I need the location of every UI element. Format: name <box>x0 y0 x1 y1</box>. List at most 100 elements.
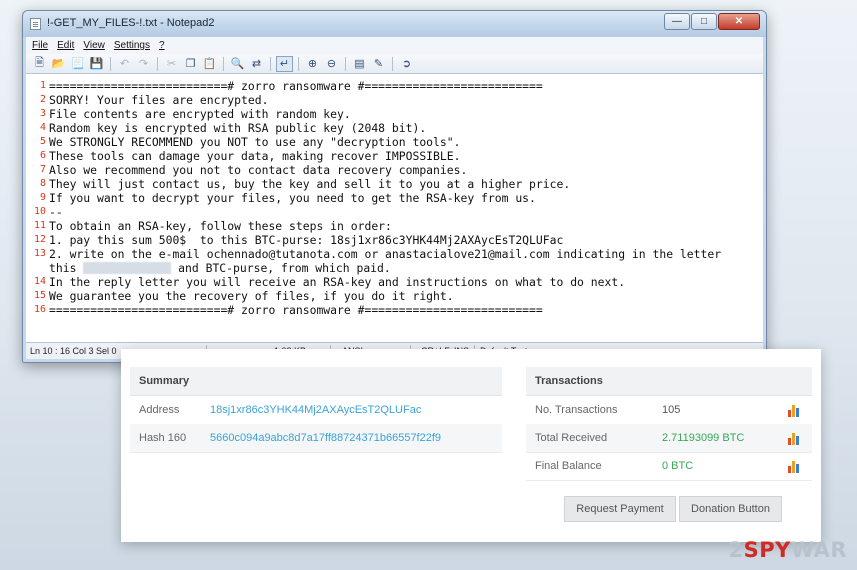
transactions-header: Transactions <box>526 367 812 396</box>
replace-icon[interactable]: ⇄ <box>248 56 265 72</box>
line-text: Random key is encrypted with RSA public … <box>49 121 427 135</box>
editor-line: 2 SORRY! Your files are encrypted. <box>26 93 763 107</box>
scheme-icon[interactable]: ▤ <box>351 56 368 72</box>
menu-view[interactable]: View <box>83 40 105 51</box>
summary-row-hash: Hash 160 5660c094a9abc8d7a17ff88724371b6… <box>130 424 502 453</box>
address-link[interactable]: 18sj1xr86c3YHK44Mj2AXAycEsT2QLUFac <box>210 404 421 416</box>
editor-line: 3 File contents are encrypted with random… <box>26 107 763 121</box>
cut-icon[interactable]: ✂ <box>163 56 180 72</box>
editor-line: 11 To obtain an RSA-key, follow these ste… <box>26 219 763 233</box>
line-number: 6 <box>39 150 46 161</box>
watermark-logo: 2SPYWAR <box>728 538 847 562</box>
line-number: 4 <box>39 122 46 133</box>
hash-label: Hash 160 <box>139 432 187 444</box>
final-balance-label: Final Balance <box>535 460 602 472</box>
bar-chart-icon[interactable] <box>788 459 802 473</box>
donation-button[interactable]: Donation Button <box>679 496 782 522</box>
request-payment-button[interactable]: Request Payment <box>564 496 676 522</box>
exit-icon[interactable]: ➲ <box>398 56 415 72</box>
open-folder-icon[interactable]: 📂 <box>50 56 67 72</box>
redo-icon[interactable]: ↷ <box>135 56 152 72</box>
toolbar-divider <box>392 56 393 71</box>
summary-row-address: Address 18sj1xr86c3YHK44Mj2AXAycEsT2QLUF… <box>130 396 502 425</box>
copy-icon[interactable]: ❐ <box>182 56 199 72</box>
notepad-window: !-GET_MY_FILES-!.txt - Notepad2 — □ ✕ Fi… <box>22 10 767 363</box>
line-text: File contents are encrypted with random … <box>49 107 351 121</box>
zoom-out-icon[interactable]: ⊖ <box>323 56 340 72</box>
bar-chart-icon[interactable] <box>788 431 802 445</box>
line-number: 8 <box>39 178 46 189</box>
save-icon[interactable]: 💾 <box>88 56 105 72</box>
transactions-row: Final Balance 0 BTC <box>526 452 812 481</box>
line-number: 5 <box>39 136 46 147</box>
editor-line: 15 We guarantee you the recovery of files… <box>26 289 763 303</box>
customize-icon[interactable]: ✎ <box>370 56 387 72</box>
line-number: 16 <box>33 304 46 315</box>
toolbar-divider <box>298 56 299 71</box>
menu-file[interactable]: File <box>32 40 48 51</box>
title-bar[interactable]: !-GET_MY_FILES-!.txt - Notepad2 — □ ✕ <box>23 11 766 37</box>
hash-link[interactable]: 5660c094a9abc8d7a17ff88724371b66557f22f9 <box>210 432 441 444</box>
line-number: 3 <box>39 108 46 119</box>
editor-line: 14 In the reply letter you will receive a… <box>26 275 763 289</box>
line-text: They will just contact us, buy the key a… <box>49 177 571 191</box>
line-number: 13 <box>33 248 46 259</box>
maximize-button[interactable]: □ <box>691 13 717 30</box>
bar-chart-icon[interactable] <box>788 403 802 417</box>
line-number: 7 <box>39 164 46 175</box>
paste-icon[interactable]: 📋 <box>201 56 218 72</box>
blockchain-panel: Summary Address 18sj1xr86c3YHK44Mj2AXAyc… <box>121 349 821 542</box>
line-text: this <box>49 261 84 275</box>
line-number: 11 <box>33 220 46 231</box>
toolbar: 🗎 📂 📃 💾 ↶ ↷ ✂ ❐ 📋 🔍 ⇄ ↵ ⊕ ⊖ ▤ ✎ ➲ <box>26 54 763 74</box>
editor-line: 1 ==========================# zorro ranso… <box>26 79 763 93</box>
tx-count-value: 105 <box>662 404 681 416</box>
window-title: !-GET_MY_FILES-!.txt - Notepad2 <box>47 17 215 29</box>
zoom-in-icon[interactable]: ⊕ <box>304 56 321 72</box>
editor-line: 5 We STRONGLY RECOMMEND you NOT to use an… <box>26 135 763 149</box>
menu-settings[interactable]: Settings <box>114 40 150 51</box>
toolbar-divider <box>345 56 346 71</box>
line-number: 9 <box>39 192 46 203</box>
editor-line: 10 -- <box>26 205 763 219</box>
new-file-icon[interactable]: 🗎 <box>31 56 48 72</box>
menu-help[interactable]: ? <box>159 40 165 51</box>
line-text: If you want to decrypt your files, you n… <box>49 191 536 205</box>
total-received-value: 2.71193099 BTC <box>662 432 745 444</box>
line-text: Also we recommend you not to contact dat… <box>49 163 468 177</box>
browse-icon[interactable]: 📃 <box>69 56 86 72</box>
status-position: Ln 10 : 16 Col 3 Sel 0 <box>30 346 117 356</box>
line-number: 15 <box>33 290 46 301</box>
line-number: 14 <box>33 276 46 287</box>
undo-icon[interactable]: ↶ <box>116 56 133 72</box>
find-icon[interactable]: 🔍 <box>229 56 246 72</box>
menu-edit[interactable]: Edit <box>57 40 74 51</box>
minimize-button[interactable]: — <box>664 13 690 30</box>
toolbar-divider <box>223 56 224 71</box>
word-wrap-icon[interactable]: ↵ <box>276 55 293 72</box>
menu-bar: File Edit View Settings ? <box>26 37 763 54</box>
line-text: SORRY! Your files are encrypted. <box>49 93 269 107</box>
tx-count-label: No. Transactions <box>535 404 618 416</box>
editor-line: 6 These tools can damage your data, makin… <box>26 149 763 163</box>
editor-line: 12 1. pay this sum 500$ to this BTC-purse… <box>26 233 763 247</box>
line-number: 10 <box>33 206 46 217</box>
editor-line: 16 ==========================# zorro rans… <box>26 303 763 317</box>
toolbar-divider <box>157 56 158 71</box>
total-received-label: Total Received <box>535 432 608 444</box>
close-button[interactable]: ✕ <box>718 13 760 30</box>
redacted-text <box>83 262 172 274</box>
editor-line: 7 Also we recommend you not to contact da… <box>26 163 763 177</box>
line-text: To obtain an RSA-key, follow these steps… <box>49 219 392 233</box>
toolbar-divider <box>110 56 111 71</box>
transactions-row: No. Transactions 105 <box>526 396 812 425</box>
line-text: 1. pay this sum 500$ to this BTC-purse: … <box>49 233 564 247</box>
line-text: and BTC-purse, from which paid. <box>171 261 391 275</box>
address-label: Address <box>139 404 180 416</box>
line-number: 12 <box>33 234 46 245</box>
text-editor[interactable]: 1 ==========================# zorro ranso… <box>26 74 763 352</box>
editor-line: 8 They will just contact us, buy the key … <box>26 177 763 191</box>
summary-header: Summary <box>130 367 502 396</box>
line-text: ==========================# zorro ransom… <box>49 303 543 317</box>
line-text: These tools can damage your data, making… <box>49 149 461 163</box>
